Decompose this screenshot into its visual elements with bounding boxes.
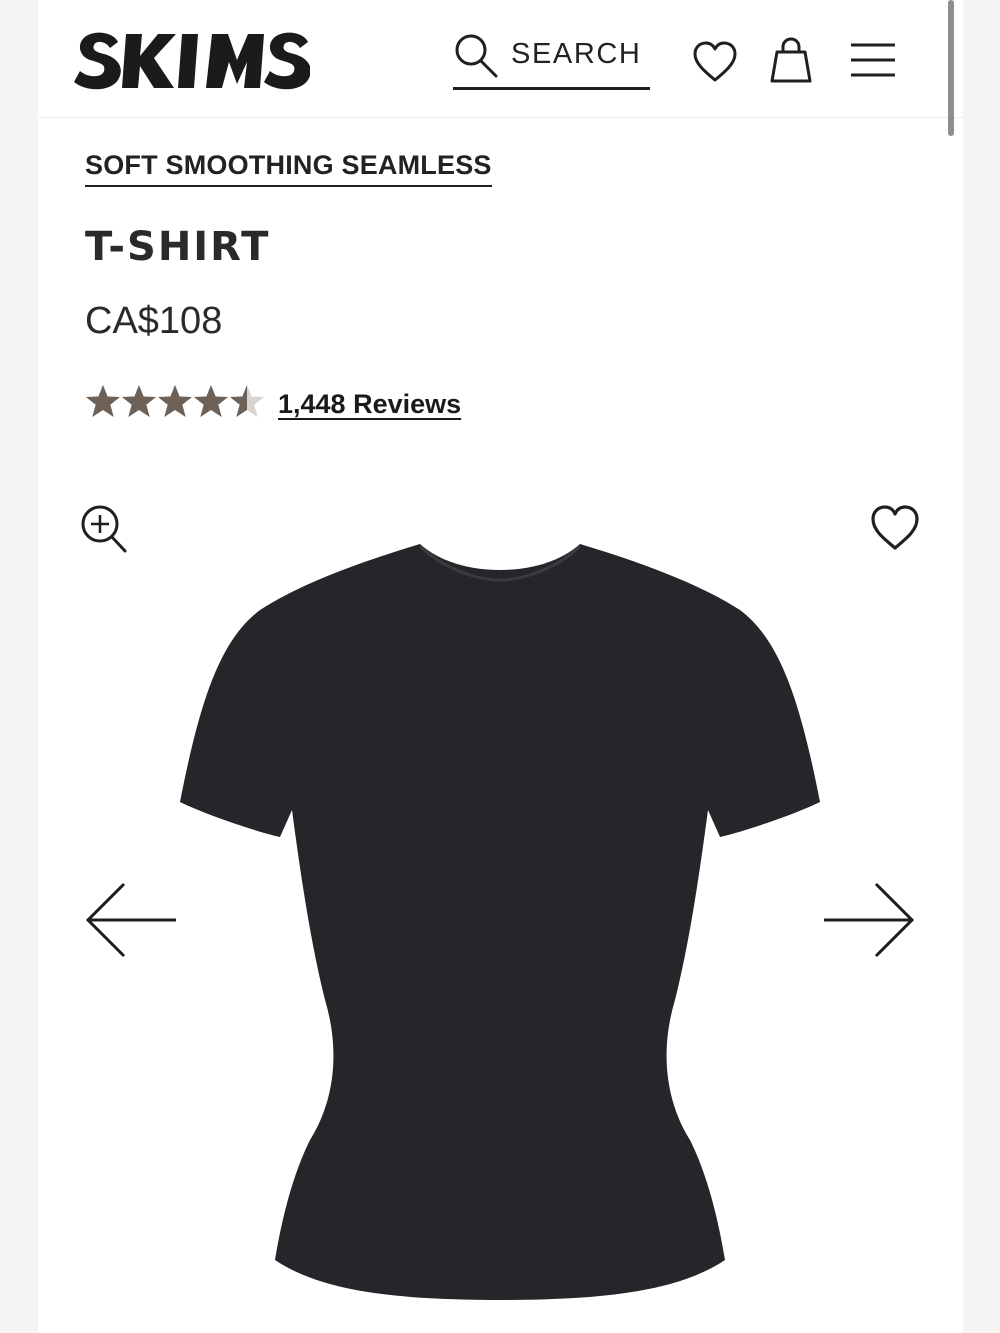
zoom-in-icon[interactable] bbox=[80, 504, 128, 554]
star-icon bbox=[86, 385, 120, 417]
search-label: SEARCH bbox=[511, 38, 642, 70]
collection-link[interactable]: SOFT SMOOTHING SEAMLESS bbox=[85, 150, 492, 187]
next-image-arrow-icon[interactable] bbox=[820, 880, 916, 960]
product-image-tshirt[interactable] bbox=[168, 540, 828, 1300]
search-icon bbox=[455, 34, 498, 78]
product-price: CA$108 bbox=[85, 300, 223, 342]
search-bar[interactable]: SEARCH bbox=[453, 28, 650, 90]
previous-image-arrow-icon[interactable] bbox=[84, 880, 180, 960]
star-icon bbox=[122, 385, 156, 417]
product-title: T-SHIRT bbox=[85, 224, 271, 270]
site-header: SEARCH bbox=[38, 0, 963, 118]
shopping-bag-icon[interactable] bbox=[769, 36, 813, 84]
skims-logo-icon bbox=[74, 32, 310, 90]
product-gallery bbox=[38, 480, 963, 1333]
reviews-link[interactable]: 1,448 Reviews bbox=[278, 389, 461, 420]
star-icon bbox=[194, 385, 228, 417]
brand-logo[interactable] bbox=[74, 30, 310, 92]
star-icon bbox=[230, 385, 264, 417]
hamburger-menu-icon[interactable] bbox=[849, 40, 897, 80]
star-rating[interactable] bbox=[85, 384, 265, 420]
star-icon bbox=[158, 385, 192, 417]
favorite-heart-icon[interactable] bbox=[870, 504, 920, 552]
product-page: SEARCH SOFT SMOOTHING SEAMLESS T-SHIRT C… bbox=[38, 0, 963, 1333]
wishlist-heart-icon[interactable] bbox=[692, 40, 738, 84]
page-scrollbar[interactable] bbox=[948, 0, 954, 136]
